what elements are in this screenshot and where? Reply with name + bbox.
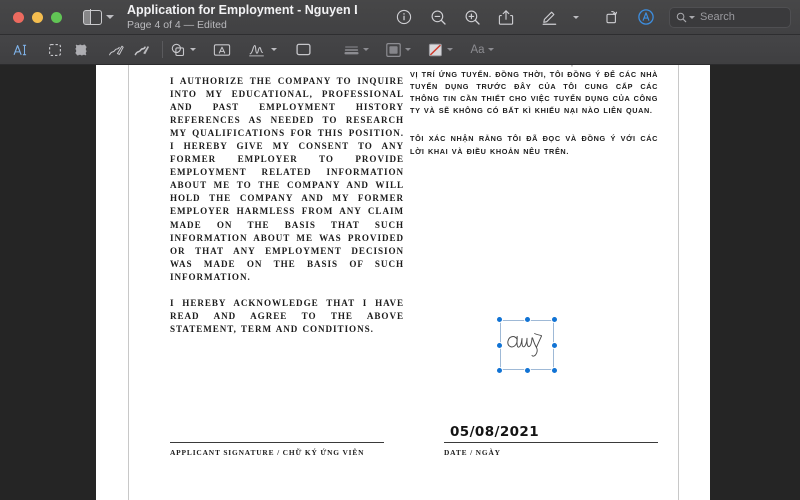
chevron-down-icon [487, 48, 494, 51]
magnifier-minus-icon [431, 10, 446, 25]
search-input[interactable]: Search [669, 6, 791, 28]
text-column-english: I authorize the company to inquire into … [170, 75, 404, 349]
markup-toolbar: Aa [0, 35, 800, 65]
rectangular-selection-tool[interactable] [42, 38, 68, 62]
date-line: 05/08/2021 [444, 420, 658, 443]
signature-glyph-icon [507, 333, 542, 357]
sidebar-toggle-button[interactable] [83, 9, 114, 25]
signature-annotation[interactable] [496, 316, 558, 374]
chevron-down-icon [190, 48, 196, 51]
minimize-button[interactable] [32, 11, 43, 23]
draw-squiggle-icon [134, 45, 149, 55]
signature-date-row: Applicant Signature / Chữ ký ứng viên 05… [170, 420, 658, 457]
line-style-icon [344, 46, 359, 54]
share-upload-icon [498, 9, 514, 25]
toolbar-actions: Search [387, 4, 800, 30]
date-field[interactable]: 05/08/2021 Date / Ngày [444, 420, 658, 457]
shapes-tool[interactable] [170, 38, 196, 62]
sketch-tool[interactable] [103, 38, 129, 62]
sketch-squiggle-icon [109, 45, 124, 55]
chevron-down-icon [363, 48, 369, 51]
zoom-button[interactable] [51, 11, 62, 23]
rotate-button[interactable] [595, 4, 629, 30]
fill-color-swatch-icon [428, 43, 442, 56]
traffic-lights [13, 11, 62, 23]
search-icon [676, 12, 695, 23]
markup-options-button[interactable] [566, 4, 586, 30]
chevron-down-icon [106, 15, 114, 19]
shapes-icon [171, 43, 185, 56]
resize-handle-w[interactable] [496, 341, 503, 349]
markup-button[interactable] [532, 4, 566, 30]
zoom-in-button[interactable] [455, 4, 489, 30]
shape-style-button[interactable] [343, 38, 369, 62]
paragraph-vi-1: tôi để xem xét khả năng thích hợp của tô… [410, 65, 658, 116]
signature-tool[interactable] [248, 38, 277, 62]
note-tool[interactable] [290, 38, 316, 62]
chevron-down-icon [271, 48, 277, 51]
border-color-icon [386, 42, 401, 57]
info-button[interactable] [387, 4, 421, 30]
page-title: Application for Employment - Nguyen Le..… [127, 3, 357, 18]
document-view[interactable]: I authorize the company to inquire into … [0, 65, 800, 500]
rotate-icon [605, 10, 617, 23]
applicant-signature-line [170, 420, 384, 443]
resize-handle-nw[interactable] [496, 316, 503, 323]
fill-color-button[interactable] [427, 38, 453, 62]
instant-alpha-tool[interactable] [68, 38, 94, 62]
text-style-label: Aa [470, 43, 485, 56]
markup-pen-icon [542, 11, 556, 25]
applicant-signature-label: Applicant Signature / Chữ ký ứng viên [170, 448, 365, 457]
resize-handle-e[interactable] [551, 341, 558, 349]
applicant-signature-field[interactable]: Applicant Signature / Chữ ký ứng viên [170, 420, 384, 457]
dashed-rectangle-icon [49, 43, 61, 56]
chevron-down-icon [405, 48, 411, 51]
page-subtitle: Page 4 of 4 — Edited [127, 18, 227, 31]
border-color-button[interactable] [385, 38, 411, 62]
text-cursor-a-icon [13, 44, 26, 55]
page-rule-left [128, 65, 129, 500]
resize-handle-ne[interactable] [551, 316, 558, 323]
resize-handle-n[interactable] [523, 316, 531, 323]
search-placeholder: Search [700, 11, 735, 23]
chevron-down-icon [689, 15, 695, 19]
title-bar: Application for Employment - Nguyen Le..… [0, 0, 800, 35]
close-button[interactable] [13, 11, 24, 23]
resize-handle-sw[interactable] [496, 367, 503, 374]
preview-window: Application for Employment - Nguyen Le..… [0, 0, 800, 500]
window-title-block: Application for Employment - Nguyen Le..… [127, 3, 357, 30]
signature-icon [249, 44, 264, 56]
info-circle-icon [396, 9, 412, 25]
note-rectangle-icon [295, 43, 311, 56]
draw-tool[interactable] [129, 38, 155, 62]
chevron-down-icon [573, 15, 579, 19]
text-column-vietnamese: tôi để xem xét khả năng thích hợp của tô… [410, 65, 658, 174]
date-label: Date / Ngày [444, 448, 501, 457]
resize-handle-s[interactable] [523, 367, 531, 374]
paragraph-vi-2: Tôi xác nhận rằng tôi đã đọc và đồng ý v… [410, 134, 658, 156]
date-value: 05/08/2021 [450, 424, 540, 440]
chevron-down-icon [447, 48, 453, 51]
zoom-out-button[interactable] [421, 4, 455, 30]
filled-selection-icon [75, 43, 87, 56]
resize-handle-se[interactable] [551, 367, 558, 374]
text-selection-tool[interactable] [7, 38, 33, 62]
magnifier-plus-icon [465, 10, 480, 25]
annotate-circle-a-icon [638, 9, 654, 25]
paragraph-en-1: I authorize the company to inquire into … [170, 76, 404, 282]
paragraph-en-2: I hereby acknowledge that I have read an… [170, 297, 404, 334]
sidebar-icon [83, 9, 102, 25]
page-rule-right [678, 65, 679, 500]
text-style-button[interactable]: Aa [469, 38, 495, 62]
annotate-button[interactable] [629, 4, 663, 30]
text-box-a-icon [213, 43, 231, 56]
toolbar-divider [162, 41, 163, 58]
pdf-page[interactable]: I authorize the company to inquire into … [96, 65, 710, 500]
text-box-tool[interactable] [209, 38, 235, 62]
share-button[interactable] [489, 4, 523, 30]
